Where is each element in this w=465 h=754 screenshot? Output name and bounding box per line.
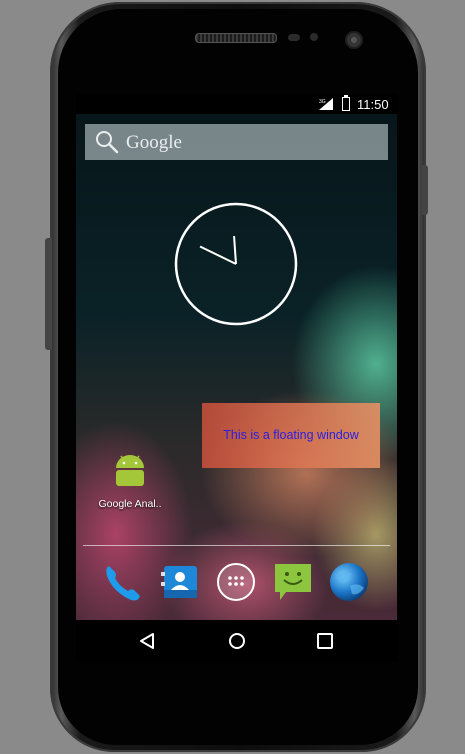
phone-icon[interactable] [101,560,143,604]
back-icon[interactable] [136,630,158,652]
search-label: Google [126,132,182,153]
messaging-icon[interactable] [272,560,314,604]
screen: 3G 11:50 Google This is a floating windo… [76,94,397,662]
hour-hand [199,245,237,265]
volume-button [45,238,52,350]
battery-icon [342,95,350,111]
google-search-bar[interactable]: Google [85,124,388,160]
contacts-icon[interactable] [159,560,201,604]
dock-divider [83,545,390,546]
power-button [422,165,428,215]
search-icon [96,131,119,154]
browser-icon[interactable] [328,560,370,604]
light-sensor [310,33,318,41]
home-icon[interactable] [226,630,248,652]
navigation-bar [76,620,397,662]
proximity-sensor [288,34,300,41]
status-bar: 3G 11:50 [76,94,397,114]
app-drawer-icon[interactable] [215,560,257,604]
floating-window[interactable]: This is a floating window [202,403,380,468]
network-type-label: 3G [319,99,326,105]
status-time: 11:50 [357,97,389,112]
minute-hand [233,235,237,265]
app-label: Google Anal.. [98,498,162,510]
android-app-icon[interactable] [112,452,148,490]
analog-clock-widget[interactable] [173,201,299,327]
front-camera [347,33,361,47]
signal-icon: 3G [319,98,333,110]
recents-icon[interactable] [314,630,336,652]
floating-window-text: This is a floating window [223,428,359,442]
earpiece-speaker [195,33,277,43]
